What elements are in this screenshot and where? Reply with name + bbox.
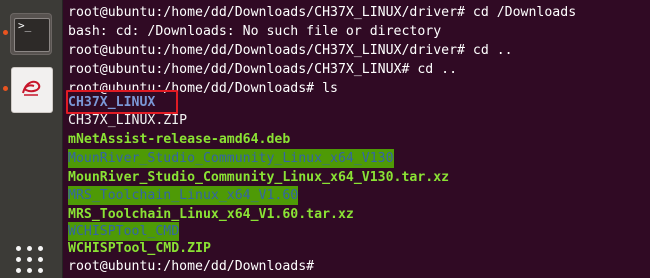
terminal-output[interactable]: root@ubuntu:/home/dd/Downloads/CH37X_LIN…	[63, 0, 650, 278]
terminal-prompt: root@ubuntu:/home/dd/Downloads#	[68, 259, 315, 274]
dock-item-pdf-reader[interactable]	[0, 64, 62, 118]
terminal-line: root@ubuntu:/home/dd/Downloads/CH37X_LIN…	[68, 43, 513, 58]
listing-entry-file: MounRiver_Studio_Community_Linux_x64_V13…	[68, 170, 450, 185]
running-indicator	[3, 30, 8, 35]
annotation-highlight-box	[66, 90, 178, 114]
listing-entry-file: WCHISPTool_CMD.ZIP	[68, 241, 211, 256]
pdf-swirl-icon	[22, 80, 41, 96]
terminal-prompt-glyph: >_	[14, 18, 50, 52]
running-indicator	[3, 86, 8, 91]
terminal-line: root@ubuntu:/home/dd/Downloads/CH37X_LIN…	[68, 62, 458, 77]
launcher-dock: >_	[0, 0, 63, 278]
terminal-line: bash: cd: /Downloads: No such file or di…	[68, 24, 442, 39]
listing-entry-file: mNetAssist-release-amd64.deb	[68, 132, 291, 147]
dock-item-terminal[interactable]: >_	[0, 8, 62, 62]
pdf-reader-icon	[11, 67, 53, 113]
terminal-line: root@ubuntu:/home/dd/Downloads/CH37X_LIN…	[68, 5, 577, 20]
listing-entry-directory: MRS_Toolchain_Linux_x64_V1.60	[68, 186, 299, 205]
show-applications-icon[interactable]	[16, 246, 46, 276]
listing-entry-directory: MounRiver_Studio_Community_Linux_x64_V13…	[68, 149, 394, 168]
terminal-app-icon: >_	[10, 13, 52, 55]
